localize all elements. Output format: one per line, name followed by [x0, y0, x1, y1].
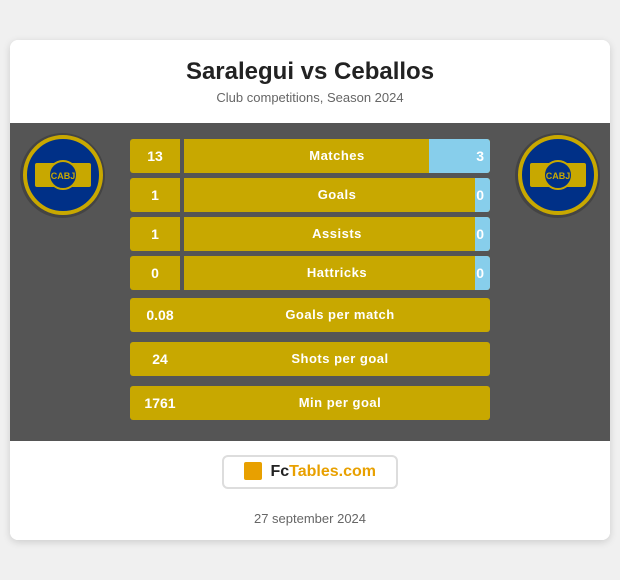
cabj-logo-right: CABJ [518, 135, 598, 215]
stat-full-left-value: 1761 [130, 386, 190, 420]
stat-row: 1Goals0 [130, 178, 490, 212]
stat-left-value: 0 [130, 256, 180, 290]
stat-left-value: 13 [130, 139, 180, 173]
svg-text:CABJ: CABJ [49, 171, 76, 182]
chart-icon [244, 462, 262, 480]
stat-row-full: 0.08Goals per match [130, 298, 490, 332]
comparison-card: Saralegui vs Ceballos Club competitions,… [10, 40, 610, 540]
svg-text:CABJ: CABJ [50, 171, 75, 181]
stat-right-value: 3 [476, 148, 484, 164]
stat-row-full: 24Shots per goal [130, 342, 490, 376]
stat-row-full: 1761Min per goal [130, 386, 490, 420]
stat-row: 13Matches3 [130, 139, 490, 173]
stat-bar: Assists0 [184, 217, 490, 251]
card-header: Saralegui vs Ceballos Club competitions,… [10, 40, 610, 123]
stat-bar: Goals0 [184, 178, 490, 212]
stat-full-label: Shots per goal [190, 342, 490, 376]
stats-full-width: 0.08Goals per match24Shots per goal1761M… [130, 298, 490, 425]
stat-full-label: Goals per match [190, 298, 490, 332]
stat-right-value: 0 [476, 265, 484, 281]
stat-bar: Hattricks0 [184, 256, 490, 290]
left-team-logo: CABJ CABJ [20, 133, 105, 218]
svg-text:CABJ: CABJ [545, 171, 570, 181]
match-subtitle: Club competitions, Season 2024 [30, 90, 590, 105]
watermark-section: FcTables.com [10, 441, 610, 503]
cabj-logo-left: CABJ CABJ [23, 135, 103, 215]
footer-date: 27 september 2024 [10, 503, 610, 540]
stats-section: CABJ CABJ CABJ 13Matches31Goals01Assists… [10, 123, 610, 441]
stat-row: 1Assists0 [130, 217, 490, 251]
stat-left-value: 1 [130, 217, 180, 251]
watermark-accent: Tables.com [289, 463, 376, 480]
watermark-box: FcTables.com [222, 455, 398, 489]
stats-with-right: 13Matches31Goals01Assists00Hattricks0 [130, 139, 490, 290]
watermark-text: FcTables.com [270, 463, 376, 480]
stat-row: 0Hattricks0 [130, 256, 490, 290]
stat-label: Goals [184, 187, 490, 202]
right-team-logo: CABJ [515, 133, 600, 218]
stat-label: Hattricks [184, 265, 490, 280]
stat-label: Matches [184, 148, 490, 163]
match-title: Saralegui vs Ceballos [30, 58, 590, 86]
stat-right-value: 0 [476, 187, 484, 203]
stat-bar: Matches3 [184, 139, 490, 173]
stat-label: Assists [184, 226, 490, 241]
stat-full-label: Min per goal [190, 386, 490, 420]
stat-left-value: 1 [130, 178, 180, 212]
stat-full-left-value: 24 [130, 342, 190, 376]
stat-right-value: 0 [476, 226, 484, 242]
stat-full-left-value: 0.08 [130, 298, 190, 332]
